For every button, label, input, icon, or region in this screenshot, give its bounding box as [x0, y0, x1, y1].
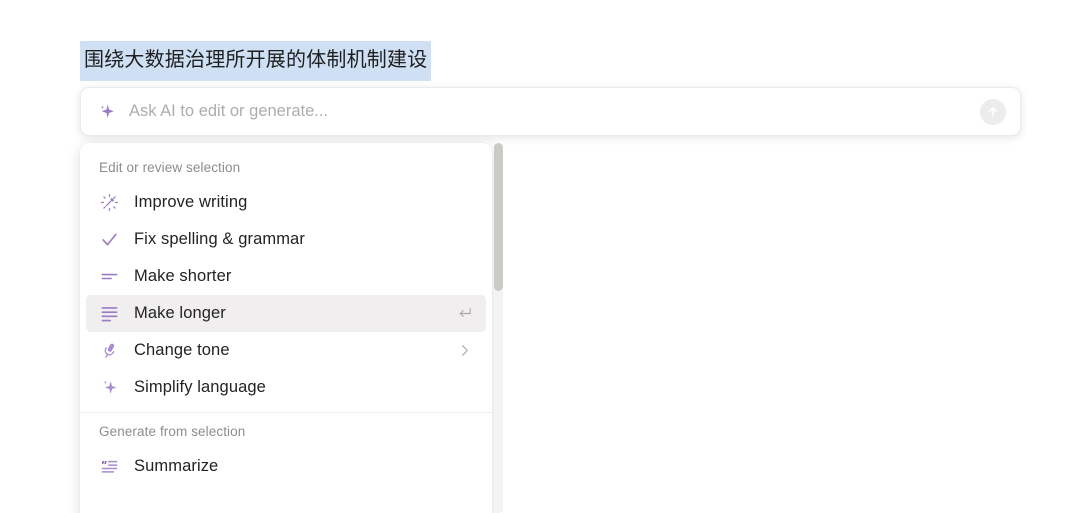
menu-item-simplify-language[interactable]: Simplify language: [86, 369, 486, 406]
ai-prompt-input[interactable]: [129, 102, 980, 121]
menu-item-label: Fix spelling & grammar: [134, 230, 305, 248]
menu-item-label: Improve writing: [134, 193, 248, 211]
microphone-icon: [99, 340, 120, 361]
quote-lines-icon: [99, 456, 120, 477]
menu-scrollbar-thumb[interactable]: [494, 143, 503, 291]
menu-item-label: Make shorter: [134, 267, 232, 285]
sparkle-icon: [99, 377, 120, 398]
check-icon: [99, 229, 120, 250]
section-label-generate: Generate from selection: [99, 424, 246, 439]
menu-item-label: Summarize: [134, 457, 219, 475]
ai-submit-button[interactable]: [980, 98, 1006, 125]
sparkle-icon: [97, 102, 117, 122]
menu-item-label: Make longer: [134, 304, 226, 322]
menu-item-label: Change tone: [134, 341, 230, 359]
document-text-line: 围绕大数据治理所开展的体制机制建设: [80, 40, 432, 81]
app-root: 围绕大数据治理所开展的体制机制建设 Edit or review selecti…: [0, 0, 1080, 513]
lines-long-icon: [99, 303, 120, 324]
section-label-edit: Edit or review selection: [99, 160, 241, 175]
menu-item-change-tone[interactable]: Change tone: [86, 332, 486, 369]
menu-item-summarize[interactable]: Summarize: [86, 448, 486, 485]
ai-actions-menu-list: Edit or review selection Improve writing…: [80, 143, 492, 485]
chevron-right-icon: [454, 341, 474, 361]
menu-item-make-shorter[interactable]: Make shorter: [86, 258, 486, 295]
lines-short-icon: [99, 266, 120, 287]
menu-item-make-longer[interactable]: Make longer: [86, 295, 486, 332]
selected-text[interactable]: 围绕大数据治理所开展的体制机制建设: [80, 40, 432, 81]
menu-divider: [80, 412, 492, 413]
menu-scrollbar[interactable]: [494, 143, 503, 513]
menu-item-improve-writing[interactable]: Improve writing: [86, 184, 486, 221]
magic-wand-icon: [99, 192, 120, 213]
ai-prompt-bar[interactable]: [80, 87, 1021, 136]
enter-key-icon: [454, 304, 474, 324]
ai-actions-menu: Edit or review selection Improve writing…: [80, 143, 492, 513]
menu-item-label: Simplify language: [134, 378, 266, 396]
menu-item-fix-spelling-grammar[interactable]: Fix spelling & grammar: [86, 221, 486, 258]
arrow-up-icon: [988, 106, 998, 117]
